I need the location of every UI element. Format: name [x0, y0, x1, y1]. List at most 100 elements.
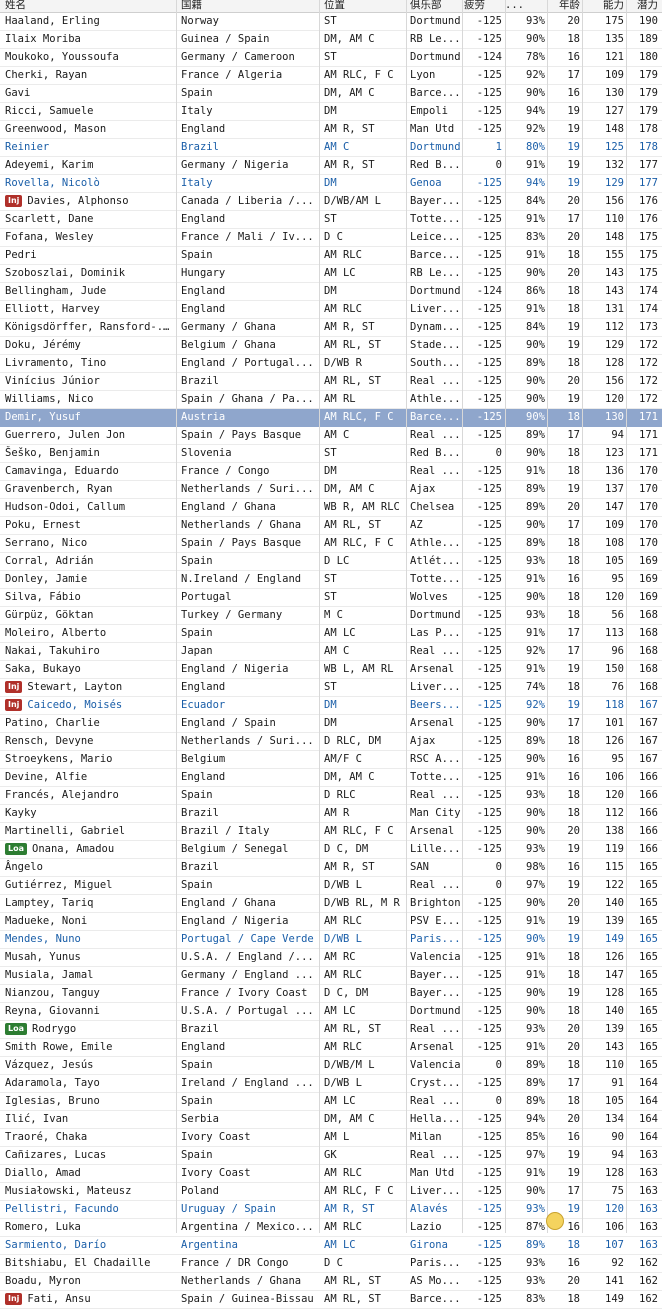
table-row[interactable]: Patino, Charlie England / Spain DM Arsenal -…	[0, 715, 662, 733]
table-row[interactable]: Elliott, Harvey England AM RLC Liver... -125…	[0, 301, 662, 319]
column-separator[interactable]	[582, 0, 583, 1233]
column-separator[interactable]	[319, 0, 320, 1233]
table-row[interactable]: Francés, Alejandro Spain D RLC Real ... -125…	[0, 787, 662, 805]
table-row[interactable]: Livramento, Tino England / Portugal... D/W…	[0, 355, 662, 373]
drag-handle-icon[interactable]	[546, 1212, 564, 1230]
player-ability: 140	[584, 1003, 624, 1020]
table-row[interactable]: Martinelli, Gabriel Brazil / Italy AM RLC,…	[0, 823, 662, 841]
table-row[interactable]: Pedri Spain AM RLC Barce... -125 91% 18 155 175	[0, 247, 662, 265]
player-ability-text: 140	[605, 897, 624, 909]
table-row[interactable]: Nakai, Takuhiro Japan AM C Real ... -125 92% 1…	[0, 643, 662, 661]
table-row[interactable]: Inj Caicedo, Moisés Ecuador DM Beers... -125 9…	[0, 697, 662, 715]
column-separator[interactable]	[505, 0, 506, 1233]
table-row[interactable]: Silva, Fábio Portugal ST Wolves -125 90% 18 120…	[0, 589, 662, 607]
player-nationality: Japan	[181, 643, 317, 660]
table-row[interactable]: Rovella, Nicolò Italy DM Genoa -125 94% 19 129 1…	[0, 175, 662, 193]
column-separator[interactable]	[176, 0, 177, 1233]
table-row[interactable]: Rensch, Devyne Netherlands / Suri... D RLC…	[0, 733, 662, 751]
table-row[interactable]: Moleiro, Alberto Spain AM LC Las P... -125 91…	[0, 625, 662, 643]
table-row[interactable]: Kayky Brazil AM R Man City -125 90% 18 112 166	[0, 805, 662, 823]
table-row[interactable]: Madueke, Noni England / Nigeria AM RLC PSV …	[0, 913, 662, 931]
table-row[interactable]: Nianzou, Tanguy France / Ivory Coast D C, …	[0, 985, 662, 1003]
table-row[interactable]: Hudson-Odoi, Callum England / Ghana WB R, …	[0, 499, 662, 517]
table-row[interactable]: Lamptey, Tariq England / Ghana D/WB RL, M …	[0, 895, 662, 913]
table-row[interactable]: Reinier Brazil AM C Dortmund 1 80% 19 125 178	[0, 139, 662, 157]
table-row[interactable]: Reyna, Giovanni U.S.A. / Portugal ... AM L…	[0, 1003, 662, 1021]
column-header-position[interactable]: 位置	[324, 0, 406, 12]
table-row[interactable]: Vinícius Júnior Brazil AM RL, ST Real ... -1…	[0, 373, 662, 391]
table-row[interactable]: Mendes, Nuno Portugal / Cape Verde D/WB L P…	[0, 931, 662, 949]
table-row[interactable]: Gürpüz, Göktan Turkey / Germany M C Dortmun…	[0, 607, 662, 625]
table-row[interactable]: Sarmiento, Darío Argentina AM LC Girona -125…	[0, 1237, 662, 1255]
table-row[interactable]: Scarlett, Dane England ST Totte... -125 91% 17…	[0, 211, 662, 229]
table-row[interactable]: Guerrero, Julen Jon Spain / Pays Basque AM…	[0, 427, 662, 445]
table-row[interactable]: Gravenberch, Ryan Netherlands / Suri... DM…	[0, 481, 662, 499]
player-condition-text: 83%	[526, 231, 545, 243]
table-row[interactable]: Diallo, Amad Ivory Coast AM RLC Man Utd -125…	[0, 1165, 662, 1183]
column-separator[interactable]	[406, 0, 407, 1233]
table-row[interactable]: Szoboszlai, Dominik Hungary AM LC RB Le... -…	[0, 265, 662, 283]
table-row[interactable]: Loa Rodrygo Brazil AM RL, ST Real ... -125 93%…	[0, 1021, 662, 1039]
table-row[interactable]: Bitshiabu, El Chadaille France / DR Congo…	[0, 1255, 662, 1273]
column-header-potential[interactable]: 潜力	[628, 0, 658, 12]
table-row[interactable]: Ilaix Moriba Guinea / Spain DM, AM C RB Le.…	[0, 31, 662, 49]
table-row[interactable]: Cañizares, Lucas Spain GK Real ... -125 97% 19…	[0, 1147, 662, 1165]
player-condition: 89%	[505, 733, 545, 750]
table-row[interactable]: Serrano, Nico Spain / Pays Basque AM RLC, …	[0, 535, 662, 553]
column-separator[interactable]	[462, 0, 463, 1233]
column-header-ability[interactable]: 能力	[584, 0, 624, 12]
table-row[interactable]: Poku, Ernest Netherlands / Ghana AM RL, ST…	[0, 517, 662, 535]
player-potential-text: 172	[639, 339, 658, 351]
table-row[interactable]: Inj Davies, Alphonso Canada / Liberia /...…	[0, 193, 662, 211]
table-row[interactable]: Corral, Adrián Spain D LC Atlét... -125 93% 18…	[0, 553, 662, 571]
table-row[interactable]: Boadu, Myron Netherlands / Ghana AM RL, ST…	[0, 1273, 662, 1291]
table-row[interactable]: Ilić, Ivan Serbia DM, AM C Hella... -125 94% 2…	[0, 1111, 662, 1129]
table-row[interactable]: Stroeykens, Mario Belgium AM/F C RSC A... -1…	[0, 751, 662, 769]
table-row[interactable]: Saka, Bukayo England / Nigeria WB L, AM RL…	[0, 661, 662, 679]
table-row[interactable]: Camavinga, Eduardo France / Congo DM Real .…	[0, 463, 662, 481]
column-header-fatigue[interactable]: 疲劳	[464, 0, 502, 12]
table-row[interactable]: Inj Stewart, Layton England ST Liver... -125 7…	[0, 679, 662, 697]
table-row[interactable]: Adaramola, Tayo Ireland / England ... D/WB…	[0, 1075, 662, 1093]
player-age-text: 20	[567, 897, 580, 909]
table-row[interactable]: Bellingham, Jude England DM Dortmund -124 86%…	[0, 283, 662, 301]
table-row[interactable]: Traoré, Chaka Ivory Coast AM L Milan -125 85%…	[0, 1129, 662, 1147]
table-row[interactable]: Fofana, Wesley France / Mali / Iv... D C Le…	[0, 229, 662, 247]
table-row[interactable]: Ângelo Brazil AM R, ST SAN 0 98% 16 115 165	[0, 859, 662, 877]
column-header-club[interactable]: 俱乐部	[410, 0, 462, 12]
table-row[interactable]: Adeyemi, Karim Germany / Nigeria AM R, ST R…	[0, 157, 662, 175]
table-row[interactable]: Cherki, Rayan France / Algeria AM RLC, F C…	[0, 67, 662, 85]
column-separator[interactable]	[547, 0, 548, 1233]
column-header-nationality[interactable]: 国籍	[181, 0, 317, 12]
table-row[interactable]: Greenwood, Mason England AM R, ST Man Utd -1…	[0, 121, 662, 139]
table-row[interactable]: Iglesias, Bruno Spain AM LC Real ... 0 89% 18 1…	[0, 1093, 662, 1111]
table-row[interactable]: Musiala, Jamal Germany / England ... AM RL…	[0, 967, 662, 985]
player-nationality-text: Netherlands / Ghana	[181, 1275, 302, 1287]
table-row[interactable]: Devine, Alfie England DM, AM C Totte... -125…	[0, 769, 662, 787]
player-ability: 118	[584, 697, 624, 714]
table-row[interactable]: Donley, Jamie N.Ireland / England ST Totte.…	[0, 571, 662, 589]
column-header-age[interactable]: 年龄	[550, 0, 580, 12]
table-row[interactable]: Šeško, Benjamin Slovenia ST Red B... 0 90% 18 1…	[0, 445, 662, 463]
table-row[interactable]: Vázquez, Jesús Spain D/WB/M L Valencia 0 89% 1…	[0, 1057, 662, 1075]
table-row[interactable]: Inj Fati, Ansu Spain / Guinea-Bissau AM RL,…	[0, 1291, 662, 1309]
table-row[interactable]: Moukoko, Youssoufa Germany / Cameroon ST Do…	[0, 49, 662, 67]
table-row[interactable]: Musiałowski, Mateusz Poland AM RLC, F C Liv…	[0, 1183, 662, 1201]
table-row[interactable]: Williams, Nico Spain / Ghana / Pa... AM RL…	[0, 391, 662, 409]
table-row[interactable]: Smith Rowe, Emile England AM RLC Arsenal -12…	[0, 1039, 662, 1057]
column-separator[interactable]	[626, 0, 627, 1233]
player-condition: 94%	[505, 175, 545, 192]
table-row[interactable]: Loa Onana, Amadou Belgium / Senegal D C, DM…	[0, 841, 662, 859]
table-row[interactable]: Gavi Spain DM, AM C Barce... -125 90% 16 130 179	[0, 85, 662, 103]
column-header-condition[interactable]: ...	[505, 0, 545, 12]
player-name-text: Devine, Alfie	[5, 771, 88, 783]
table-row[interactable]: Demir, Yusuf Austria AM RLC, F C Barce... -1…	[0, 409, 662, 427]
table-row[interactable]: Doku, Jérémy Belgium / Ghana AM RL, ST Stad…	[0, 337, 662, 355]
table-row[interactable]: Königsdörffer, Ransford-... Germany / Gha…	[0, 319, 662, 337]
column-header-name[interactable]: 姓名	[5, 0, 175, 12]
table-row[interactable]: Gutiérrez, Miguel Spain D/WB L Real ... 0 97%…	[0, 877, 662, 895]
table-row[interactable]: Ricci, Samuele Italy DM Empoli -125 94% 19 127 1…	[0, 103, 662, 121]
table-row[interactable]: Musah, Yunus U.S.A. / England /... AM RC Va…	[0, 949, 662, 967]
player-club-text: Atlét...	[410, 555, 461, 567]
table-row[interactable]: Haaland, Erling Norway ST Dortmund -125 93% 20…	[0, 13, 662, 31]
